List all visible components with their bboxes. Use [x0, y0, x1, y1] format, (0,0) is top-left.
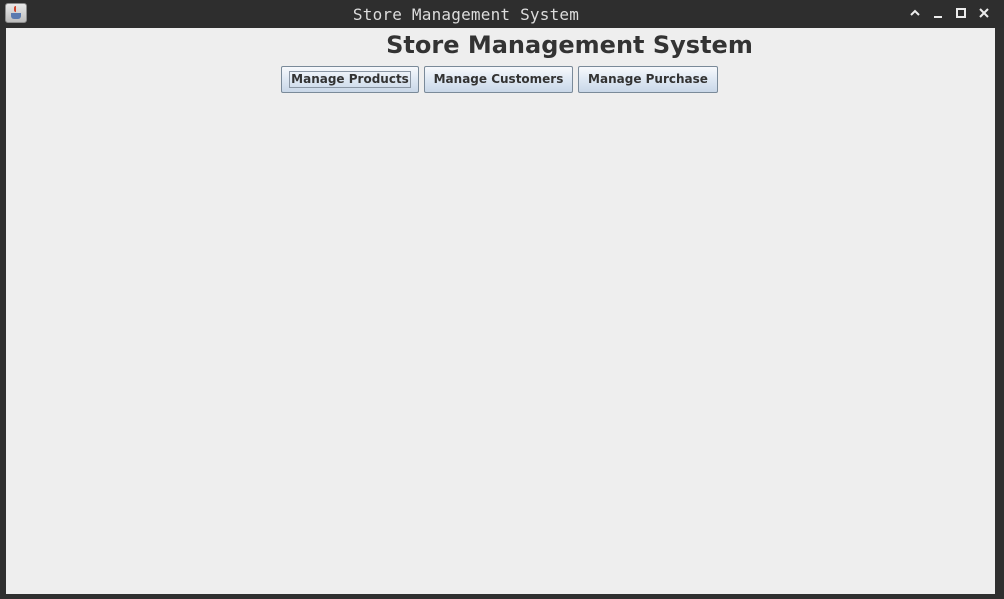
manage-purchase-button[interactable]: Manage Purchase — [578, 66, 718, 93]
chevron-up-icon[interactable] — [905, 4, 925, 24]
page-title: Store Management System — [386, 31, 753, 59]
window-title: Store Management System — [352, 5, 580, 24]
close-icon[interactable] — [974, 4, 994, 24]
app-window: Store Management System Store Management… — [0, 0, 1004, 599]
minimize-icon[interactable] — [928, 4, 948, 24]
manage-products-button[interactable]: Manage Products — [281, 66, 419, 93]
manage-customers-button[interactable]: Manage Customers — [424, 66, 573, 93]
content-panel: Store Management System Manage Products … — [6, 28, 995, 594]
maximize-icon[interactable] — [951, 4, 971, 24]
manage-products-label: Manage Products — [289, 71, 411, 88]
title-bar[interactable]: Store Management System — [0, 0, 1004, 28]
